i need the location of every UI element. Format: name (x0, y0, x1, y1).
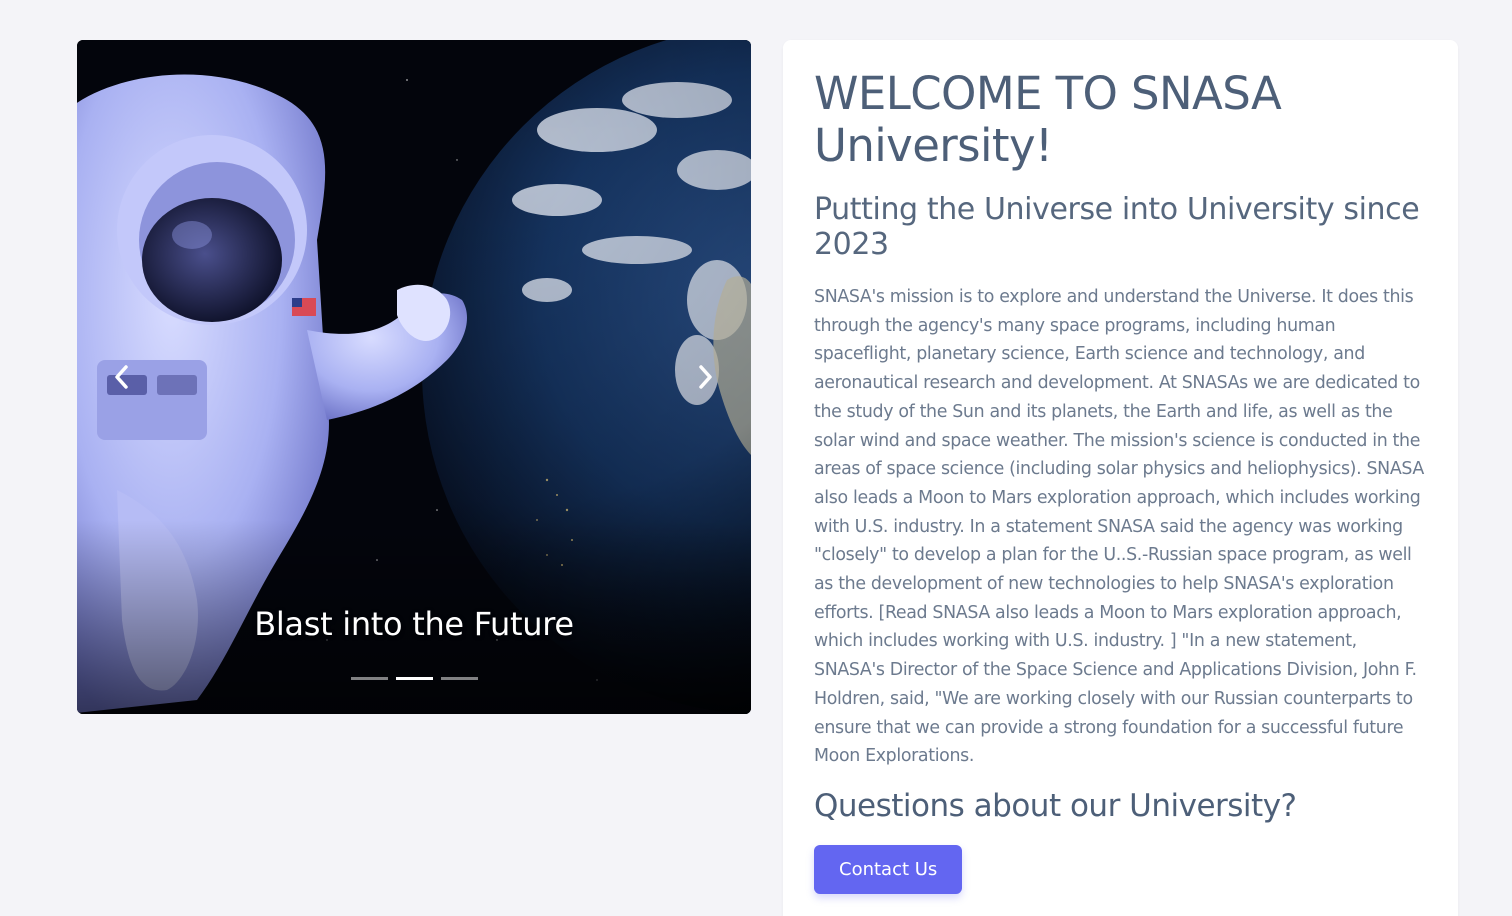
carousel-prev-button[interactable] (97, 352, 147, 402)
contact-us-button[interactable]: Contact Us (814, 844, 963, 894)
page-subtitle: Putting the Universe into University sin… (814, 192, 1420, 262)
chevron-right-icon (699, 365, 712, 389)
carousel-next-button[interactable] (680, 352, 730, 402)
carousel-caption: Blast into the Future (254, 605, 574, 643)
page-title: WELCOME TO SNASA University! (814, 67, 1282, 172)
image-carousel: Blast into the Future (77, 40, 751, 714)
welcome-card: WELCOME TO SNASA University! Putting the… (783, 40, 1458, 916)
carousel-indicator-3[interactable] (440, 677, 478, 680)
page: Blast into the Future WELCOME TO SNASA U… (0, 0, 1512, 916)
questions-heading: Questions about our University? (814, 787, 1297, 824)
chevron-left-icon (115, 365, 128, 389)
mission-paragraph: SNASA's mission is to explore and unders… (814, 287, 1424, 767)
carousel-indicator-2[interactable] (395, 677, 433, 680)
carousel-indicators (77, 677, 751, 680)
carousel-indicator-1[interactable] (350, 677, 388, 680)
